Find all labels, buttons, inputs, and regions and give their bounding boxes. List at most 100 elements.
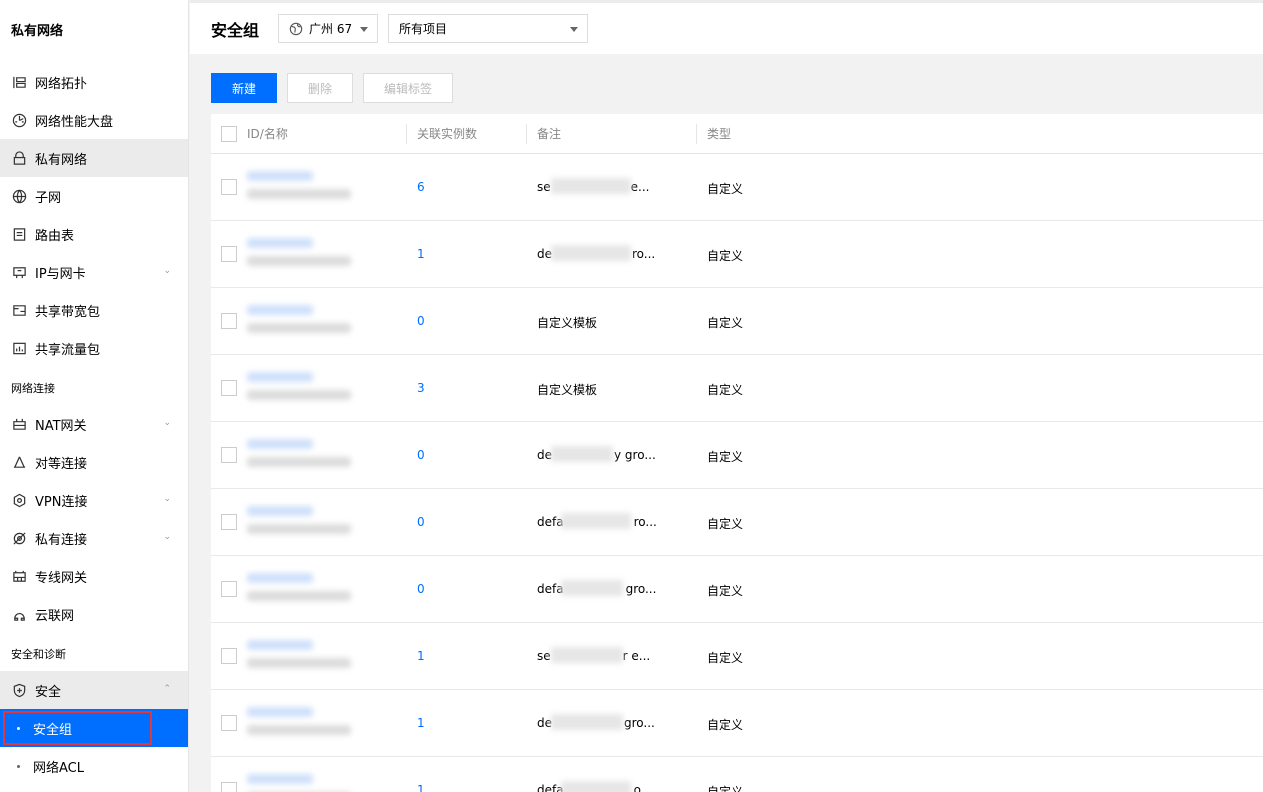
note-suffix: gro... xyxy=(625,582,657,596)
table-row: 0 defa ro... 自定义 xyxy=(211,489,1263,556)
sidebar-item-vpn[interactable]: VPN连接 ⌄ xyxy=(0,481,188,519)
redacted-id[interactable] xyxy=(247,372,313,382)
caret-down-icon xyxy=(570,27,579,32)
edit-tags-button[interactable]: 编辑标签 xyxy=(363,73,453,103)
chevron-down-icon[interactable]: ⌄ xyxy=(163,494,171,504)
project-selector[interactable]: 所有项目 xyxy=(388,14,589,43)
redacted-id[interactable] xyxy=(247,707,313,717)
redacted-id[interactable] xyxy=(247,238,313,248)
row-checkbox[interactable] xyxy=(221,380,237,396)
instance-count-link[interactable]: 1 xyxy=(417,716,425,730)
sidebar-item-nat[interactable]: NAT网关 ⌄ xyxy=(0,405,188,443)
redacted-id[interactable] xyxy=(247,439,313,449)
sidebar-item-security[interactable]: 安全 ⌃ xyxy=(0,671,188,709)
new-button[interactable]: 新建 xyxy=(211,73,277,103)
sidebar-item-route-table[interactable]: 路由表 xyxy=(0,215,188,253)
dc-gateway-icon xyxy=(11,568,27,584)
sidebar-item-network-acl[interactable]: 网络ACL xyxy=(0,747,188,785)
redacted-id[interactable] xyxy=(247,774,313,784)
sidebar-item-bandwidth[interactable]: 共享带宽包 xyxy=(0,291,188,329)
row-checkbox[interactable] xyxy=(221,447,237,463)
sidebar-item-ccn[interactable]: 云联网 xyxy=(0,595,188,633)
sidebar-item-ip-nic[interactable]: IP与网卡 ⌄ xyxy=(0,253,188,291)
table-row: 1 de ro... 自定义 xyxy=(211,221,1263,288)
sidebar-item-peering[interactable]: 对等连接 xyxy=(0,443,188,481)
note-suffix: o xyxy=(633,783,641,792)
sidebar-item-private-link[interactable]: 私有连接 ⌄ xyxy=(0,519,188,557)
instance-count-link[interactable]: 3 xyxy=(417,381,425,395)
type-text: 自定义 xyxy=(707,383,744,397)
region-selector[interactable]: 广州 67 xyxy=(278,14,379,43)
redacted-name xyxy=(247,591,351,601)
column-header-instance-count: 关联实例数 xyxy=(417,127,478,141)
sidebar-item-dashboard[interactable]: 网络性能大盘 xyxy=(0,101,188,139)
sidebar-item-traffic[interactable]: 共享流量包 xyxy=(0,329,188,367)
instance-count-link[interactable]: 0 xyxy=(417,448,425,462)
bullet-icon xyxy=(17,764,20,768)
type-text: 自定义 xyxy=(707,517,744,531)
row-checkbox[interactable] xyxy=(221,179,237,195)
sidebar-item-subnet[interactable]: 子网 xyxy=(0,177,188,215)
table-row: 1 de gro... 自定义 xyxy=(211,690,1263,757)
type-text: 自定义 xyxy=(707,450,744,464)
highlight-box xyxy=(3,711,152,745)
chevron-up-icon[interactable]: ⌃ xyxy=(163,684,171,694)
type-text: 自定义 xyxy=(707,249,744,263)
instance-count-link[interactable]: 0 xyxy=(417,314,425,328)
table-row: 6 se e... 自定义 xyxy=(211,154,1263,221)
note-prefix: de xyxy=(537,716,552,730)
redacted-name xyxy=(247,189,351,199)
row-checkbox[interactable] xyxy=(221,715,237,731)
vpn-icon xyxy=(11,492,27,508)
redacted-id[interactable] xyxy=(247,171,313,181)
table-header: ID/名称 关联实例数 备注 类型 xyxy=(211,114,1263,154)
redacted-name xyxy=(247,323,351,333)
caret-down-icon xyxy=(360,27,369,32)
row-checkbox[interactable] xyxy=(221,246,237,262)
shield-icon xyxy=(11,682,27,698)
sidebar-item-topology[interactable]: 网络拓扑 xyxy=(0,63,188,101)
note-text: 自定义模板 xyxy=(537,314,597,331)
note-prefix: defa xyxy=(537,515,564,529)
row-checkbox[interactable] xyxy=(221,648,237,664)
sidebar-title: 私有网络 xyxy=(11,24,64,39)
select-all-checkbox[interactable] xyxy=(221,126,237,142)
redacted-id[interactable] xyxy=(247,573,313,583)
instance-count-link[interactable]: 1 xyxy=(417,783,425,792)
row-checkbox[interactable] xyxy=(221,581,237,597)
instance-count-link[interactable]: 1 xyxy=(417,247,425,261)
chevron-down-icon[interactable]: ⌄ xyxy=(163,532,171,542)
type-text: 自定义 xyxy=(707,651,744,665)
ccn-icon xyxy=(11,606,27,622)
sidebar-item-label: 网络拓扑 xyxy=(35,76,88,92)
instance-count-link[interactable]: 1 xyxy=(417,649,425,663)
column-divider xyxy=(406,124,407,144)
chevron-down-icon[interactable]: ⌄ xyxy=(163,418,171,428)
instance-count-link[interactable]: 6 xyxy=(417,180,425,194)
globe-icon xyxy=(289,22,303,35)
redacted-name xyxy=(247,457,351,467)
chevron-down-icon[interactable]: ⌄ xyxy=(163,266,171,276)
note-suffix: ro... xyxy=(633,515,657,529)
row-checkbox[interactable] xyxy=(221,782,237,792)
redacted-id[interactable] xyxy=(247,305,313,315)
redacted-name xyxy=(247,390,351,400)
instance-count-link[interactable]: 0 xyxy=(417,582,425,596)
note-prefix: defa xyxy=(537,582,564,596)
subnet-icon xyxy=(11,188,27,204)
instance-count-link[interactable]: 0 xyxy=(417,515,425,529)
nic-icon xyxy=(11,264,27,280)
type-text: 自定义 xyxy=(707,182,744,196)
column-header-id-name: ID/名称 xyxy=(247,127,288,141)
row-checkbox[interactable] xyxy=(221,514,237,530)
sidebar-item-vpc[interactable]: 私有网络 xyxy=(0,139,188,177)
row-checkbox[interactable] xyxy=(221,313,237,329)
sidebar-item-label: 私有连接 xyxy=(35,532,88,548)
redacted-id[interactable] xyxy=(247,640,313,650)
delete-button[interactable]: 删除 xyxy=(287,73,353,103)
sidebar-item-label: 网络性能大盘 xyxy=(35,114,114,130)
sidebar-item-dc-gateway[interactable]: 专线网关 xyxy=(0,557,188,595)
redacted-name xyxy=(247,256,351,266)
sidebar-item-security-group[interactable]: 安全组 xyxy=(0,709,188,747)
redacted-id[interactable] xyxy=(247,506,313,516)
